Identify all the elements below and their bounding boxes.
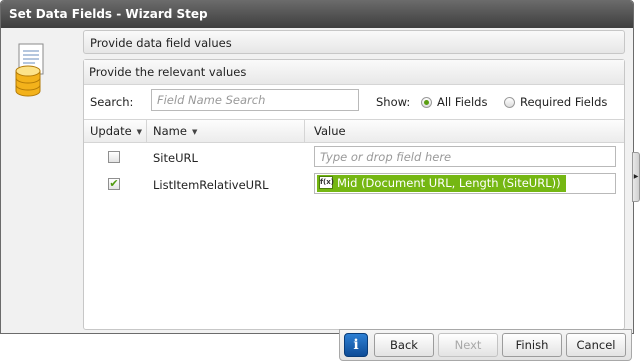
document-database-icon (15, 43, 51, 101)
back-button[interactable]: Back (374, 333, 434, 357)
function-icon: f(x) (319, 176, 334, 189)
next-button[interactable]: Next (438, 333, 498, 357)
value-drop-field[interactable]: f(x) Mid (Document URL, Length (SiteURL)… (314, 173, 616, 194)
field-name: ListItemRelativeURL (153, 178, 269, 192)
search-input[interactable] (151, 89, 359, 111)
provide-values-header[interactable]: Provide data field values (83, 30, 625, 54)
radio-required-fields-label: Required Fields (520, 95, 608, 109)
wizard-window: Set Data Fields - Wizard Step Provide da… (0, 0, 634, 334)
column-update[interactable]: Update ▼ (84, 120, 146, 142)
caret-down-icon: ▼ (191, 128, 198, 136)
value-placeholder: Type or drop field here (320, 150, 452, 164)
function-token[interactable]: f(x) Mid (Document URL, Length (SiteURL)… (317, 175, 566, 192)
column-value-label: Value (314, 124, 346, 138)
update-checkbox[interactable]: ✔ (108, 178, 120, 190)
window-title: Set Data Fields - Wizard Step (1, 1, 633, 28)
value-drop-field[interactable]: Type or drop field here (314, 146, 616, 167)
radio-all-fields-label: All Fields (437, 95, 488, 109)
wizard-footer: i Back Next Finish Cancel (339, 329, 632, 361)
column-update-label: Update (90, 124, 132, 138)
function-expression: Mid (Document URL, Length (SiteURL)) (337, 176, 561, 190)
table-row: SiteURL Type or drop field here (84, 145, 624, 171)
table-row: ✔ ListItemRelativeURL f(x) Mid (Document… (84, 172, 624, 198)
panel-expander[interactable]: ▶ (632, 152, 640, 202)
column-name-label: Name (153, 124, 187, 138)
chevron-right-icon: ▶ (633, 173, 639, 180)
update-checkbox[interactable] (108, 151, 120, 163)
relevant-values-panel: Provide the relevant values Search: Show… (83, 59, 625, 330)
field-name: SiteURL (153, 151, 198, 165)
checkmark-icon: ✔ (109, 177, 119, 190)
cancel-button[interactable]: Cancel (566, 333, 626, 357)
column-name[interactable]: Name ▼ (146, 120, 304, 142)
finish-button[interactable]: Finish (502, 333, 562, 357)
info-button[interactable]: i (344, 333, 368, 357)
radio-unselected-icon (504, 96, 515, 108)
grid-header: Update ▼ Name ▼ Value (84, 119, 624, 143)
panel-title: Provide the relevant values (84, 60, 624, 85)
search-row: Search: Show: All Fields Required Fields (84, 86, 624, 118)
radio-all-fields[interactable]: All Fields (421, 95, 487, 109)
caret-down-icon: ▼ (136, 128, 143, 136)
show-label: Show: (376, 95, 411, 109)
radio-selected-icon (421, 96, 432, 108)
search-label: Search: (90, 95, 134, 109)
radio-required-fields[interactable]: Required Fields (504, 95, 607, 109)
column-value[interactable]: Value (304, 120, 624, 142)
